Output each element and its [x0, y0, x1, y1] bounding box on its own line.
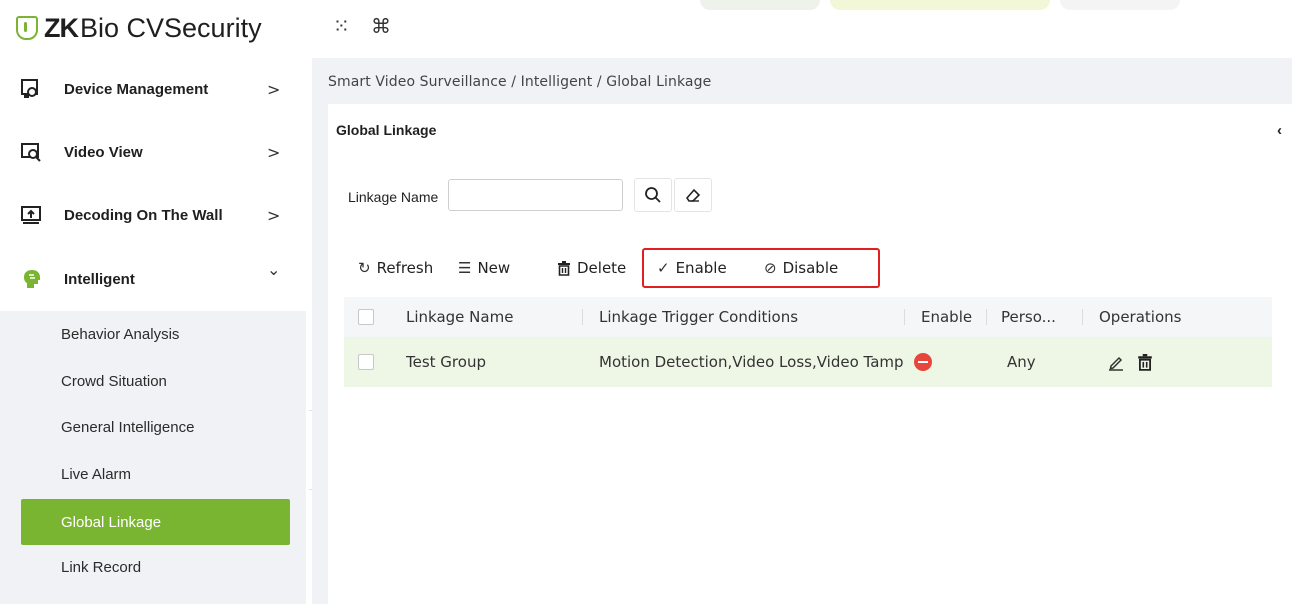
row-checkbox[interactable]: [358, 337, 374, 387]
refresh-label: Refresh: [376, 259, 434, 277]
column-header-person[interactable]: Perso...: [1001, 297, 1056, 337]
chevron-right-icon: >: [267, 205, 281, 225]
sidebar-item-intelligent[interactable]: Intelligent ⌄: [0, 248, 306, 310]
logo-product-text: Bio CVSecurity: [80, 12, 262, 43]
disable-label: Disable: [782, 259, 839, 277]
clear-button[interactable]: [674, 178, 712, 212]
grid-menu-icon[interactable]: ⁙: [333, 14, 350, 38]
search-icon: [645, 187, 661, 203]
chevron-down-icon: ⌄: [267, 260, 281, 279]
delete-button[interactable]: Delete: [557, 259, 626, 277]
refresh-button[interactable]: ↻ Refresh: [358, 259, 433, 277]
edit-button[interactable]: [1107, 337, 1125, 387]
table-header: Linkage Name Linkage Trigger Conditions …: [344, 297, 1272, 337]
select-all-checkbox[interactable]: [358, 297, 374, 337]
submenu-item-crowd-situation[interactable]: Crowd Situation: [21, 359, 290, 403]
eraser-icon: [685, 188, 701, 202]
main-content: Smart Video Surveillance / Intelligent /…: [312, 58, 1292, 604]
sidebar-item-label: Device Management: [64, 80, 209, 98]
edit-pencil-icon: [1109, 356, 1123, 371]
new-label: New: [477, 259, 511, 277]
device-icon: [21, 79, 38, 98]
column-header-trigger-conditions[interactable]: Linkage Trigger Conditions: [599, 297, 798, 337]
submenu-item-link-record[interactable]: Link Record: [21, 545, 290, 589]
page-title: Global Linkage: [336, 122, 437, 138]
column-header-linkage-name[interactable]: Linkage Name: [406, 297, 513, 337]
sidebar-item-label: Video View: [64, 143, 143, 161]
column-header-operations: Operations: [1099, 308, 1182, 326]
sidebar-item-video-view[interactable]: Video View >: [0, 121, 306, 183]
enable-button[interactable]: ✓ Enable: [657, 259, 727, 277]
submenu-item-behavior-analysis[interactable]: Behavior Analysis: [21, 312, 290, 356]
sidebar: Device Management > Video View > Decodin…: [0, 58, 306, 604]
enable-label: Enable: [675, 259, 727, 277]
prohibited-icon: ⊘: [764, 259, 777, 277]
row-person: Any: [1007, 353, 1036, 371]
checkmark-icon: ✓: [657, 259, 670, 277]
disabled-status-icon: [914, 337, 932, 387]
video-view-icon: [21, 143, 41, 162]
trash-icon: [558, 260, 570, 276]
logo-shield-icon: [16, 16, 38, 40]
chevron-right-icon: >: [267, 79, 281, 99]
trash-icon: [1138, 353, 1152, 371]
command-icon[interactable]: ⌘: [371, 14, 391, 38]
top-header: ZK Bio CVSecurity ⁙ ⌘: [0, 0, 1292, 58]
delete-row-button[interactable]: [1137, 337, 1153, 387]
chevron-right-icon: >: [267, 142, 281, 162]
column-header-enable[interactable]: Enable: [921, 297, 972, 337]
linkage-name-label: Linkage Name: [348, 189, 439, 205]
row-trigger-conditions: Motion Detection,Video Loss,Video Tamper…: [599, 353, 904, 371]
new-button[interactable]: ☰ New: [458, 259, 510, 277]
sidebar-item-label: Intelligent: [64, 270, 135, 288]
panel-collapse-chevron-icon[interactable]: ‹: [1277, 122, 1282, 139]
delete-label: Delete: [577, 259, 627, 277]
submenu-item-global-linkage[interactable]: Global Linkage: [21, 499, 290, 545]
submenu-item-live-alarm[interactable]: Live Alarm: [21, 452, 290, 496]
search-button[interactable]: [634, 178, 672, 212]
table-row[interactable]: Test Group Motion Detection,Video Loss,V…: [344, 337, 1272, 387]
sidebar-item-device-management[interactable]: Device Management >: [0, 58, 306, 120]
sidebar-item-decoding-on-the-wall[interactable]: Decoding On The Wall >: [0, 184, 306, 246]
wall-decoding-icon: [21, 206, 41, 224]
intelligent-icon: [24, 270, 40, 288]
breadcrumb: Smart Video Surveillance / Intelligent /…: [328, 74, 712, 90]
row-linkage-name: Test Group: [406, 353, 486, 371]
intelligent-submenu: Behavior Analysis Crowd Situation Genera…: [0, 311, 306, 604]
submenu-item-general-intelligence[interactable]: General Intelligence: [21, 405, 290, 449]
global-linkage-panel: Global Linkage ‹ Linkage Name ↻ Refresh …: [328, 104, 1292, 604]
new-list-icon: ☰: [458, 259, 472, 277]
refresh-icon: ↻: [358, 259, 371, 277]
linkage-name-input[interactable]: [448, 179, 623, 211]
sidebar-item-label: Decoding On The Wall: [64, 206, 223, 224]
app-logo[interactable]: ZK Bio CVSecurity: [16, 8, 262, 48]
disable-button[interactable]: ⊘ Disable: [764, 259, 838, 277]
logo-zk-text: ZK: [44, 12, 79, 43]
